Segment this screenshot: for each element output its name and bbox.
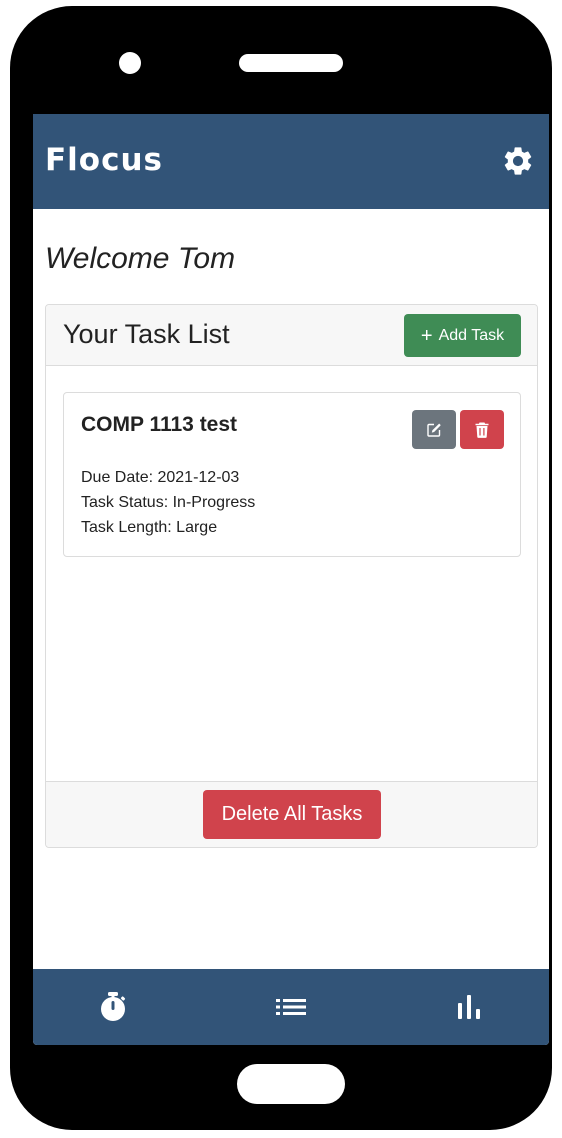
task-list-title: Your Task List <box>63 319 230 349</box>
bar-chart-icon[interactable] <box>451 989 487 1025</box>
task-list-header: Your Task List + Add Task <box>46 305 537 366</box>
brand-logo[interactable]: Flocus <box>45 142 163 178</box>
task-length: Task Length: Large <box>81 519 218 536</box>
pencil-square-icon <box>427 423 441 437</box>
add-task-label: Add Task <box>438 326 505 344</box>
list-icon[interactable] <box>273 989 309 1025</box>
app-screen: Flocus Welcome Tom Your Task List + Add … <box>33 114 549 1045</box>
add-task-button[interactable]: + Add Task <box>404 314 521 357</box>
bottom-navbar <box>33 969 549 1045</box>
home-button[interactable] <box>237 1064 345 1104</box>
task-due-date: Due Date: 2021-12-03 <box>81 469 240 486</box>
speaker-grille <box>239 54 343 72</box>
plus-icon: + <box>420 324 433 347</box>
trash-icon <box>475 422 489 438</box>
top-navbar: Flocus <box>33 114 549 209</box>
task-list-footer: Delete All Tasks <box>46 781 537 847</box>
gear-icon[interactable] <box>501 144 535 178</box>
welcome-message: Welcome Tom <box>45 242 236 275</box>
delete-task-button[interactable] <box>460 410 504 449</box>
task-list-card: Your Task List + Add Task COMP 1113 test <box>45 304 538 848</box>
front-camera <box>119 52 141 74</box>
delete-all-tasks-button[interactable]: Delete All Tasks <box>203 790 381 839</box>
task-item: COMP 1113 test Due Date: 2021-12-03 Task… <box>63 392 521 557</box>
stopwatch-icon[interactable] <box>95 989 131 1025</box>
task-status: Task Status: In-Progress <box>81 494 256 511</box>
phone-frame: Flocus Welcome Tom Your Task List + Add … <box>10 6 552 1130</box>
task-name: COMP 1113 test <box>81 413 238 436</box>
edit-task-button[interactable] <box>412 410 456 449</box>
